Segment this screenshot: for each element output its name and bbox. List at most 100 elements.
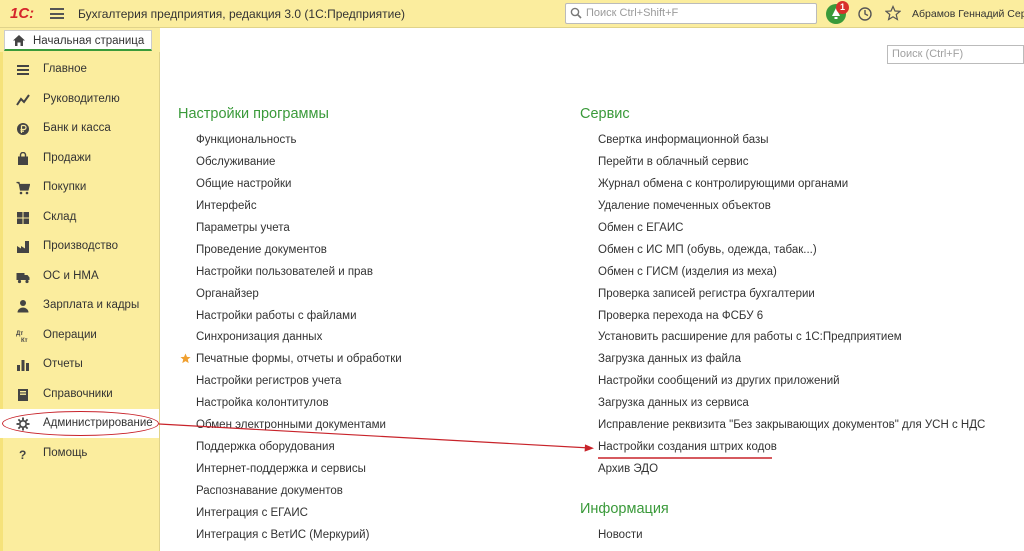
link-item[interactable]: Настройка колонтитулов xyxy=(196,397,329,409)
link-item[interactable]: Удаление помеченных объектов xyxy=(598,200,771,212)
sidebar-item-label: Помощь xyxy=(43,447,88,459)
favorites-star-icon[interactable] xyxy=(885,5,901,21)
menu-icon xyxy=(17,65,29,75)
link-item[interactable]: Интернет-поддержка и сервисы xyxy=(196,463,366,475)
app-title: Бухгалтерия предприятия, редакция 3.0 (1… xyxy=(78,7,406,21)
link-item[interactable]: Проверка перехода на ФСБУ 6 xyxy=(598,310,763,322)
title-bar: 1С: Бухгалтерия предприятия, редакция 3.… xyxy=(0,0,1024,28)
link-item[interactable]: Печатные формы, отчеты и обработки xyxy=(196,353,402,365)
sidebar-item-payroll[interactable]: Зарплата и кадры xyxy=(0,291,159,320)
sidebar-item-label: Отчеты xyxy=(43,358,83,370)
link-item[interactable]: Настройки работы с файлами xyxy=(196,310,357,322)
sidebar-item-production[interactable]: Производство xyxy=(0,232,159,261)
content-search-input[interactable]: Поиск (Ctrl+F) xyxy=(887,45,1024,64)
link-item[interactable]: Интеграция с ЕГАИС xyxy=(196,507,308,519)
link-item[interactable]: Исправление реквизита "Без закрывающих д… xyxy=(598,419,985,431)
debit-credit-icon: ДтКт xyxy=(16,331,28,343)
book-icon xyxy=(18,389,28,401)
link-item[interactable]: Обмен с ИС МП (обувь, одежда, табак...) xyxy=(598,244,817,256)
sidebar-item-label: Зарплата и кадры xyxy=(43,299,140,311)
link-item[interactable]: Распознавание документов xyxy=(196,485,343,497)
person-icon xyxy=(17,300,29,313)
sidebar-item-fixed-assets[interactable]: ОС и НМА xyxy=(0,262,159,291)
sidebar-item-help[interactable]: ? Помощь xyxy=(0,439,159,468)
sidebar-item-warehouse[interactable]: Склад xyxy=(0,203,159,232)
link-item[interactable]: Новости xyxy=(598,529,643,541)
link-item[interactable]: Перейти в облачный сервис xyxy=(598,156,748,168)
sidebar-item-label: Склад xyxy=(43,211,77,223)
annotation-ellipse xyxy=(2,411,159,436)
history-icon[interactable] xyxy=(857,6,873,22)
link-item[interactable]: Архив ЭДО xyxy=(598,463,658,475)
link-item[interactable]: Настройки сообщений из других приложений xyxy=(598,375,840,387)
sidebar-item-label: Справочники xyxy=(43,388,113,400)
svg-text:?: ? xyxy=(19,448,26,461)
link-item[interactable]: Обмен с ЕГАИС xyxy=(598,222,683,234)
sidebar-item-label: Производство xyxy=(43,240,118,252)
app-logo[interactable]: 1С: xyxy=(10,5,34,22)
main-menu-icon[interactable] xyxy=(50,8,64,19)
home-icon xyxy=(13,35,25,46)
link-item[interactable]: Настройки пользователей и прав xyxy=(196,266,373,278)
sidebar-item-label: ОС и НМА xyxy=(43,270,99,282)
sidebar-item-purchases[interactable]: Покупки xyxy=(0,173,159,202)
link-item[interactable]: Интеграция с ВетИС (Меркурий) xyxy=(196,529,369,541)
link-item[interactable]: Функциональность xyxy=(196,134,297,146)
link-item[interactable]: Проведение документов xyxy=(196,244,327,256)
link-item[interactable]: Проверка записей регистра бухгалтерии xyxy=(598,288,815,300)
sidebar-item-manager[interactable]: Руководителю xyxy=(0,85,159,114)
bar-chart-icon xyxy=(17,360,29,371)
sidebar-item-main[interactable]: Главное xyxy=(0,55,159,84)
link-item[interactable]: Обмен электронными документами xyxy=(196,419,386,431)
sidebar-item-bank[interactable]: Банк и касса xyxy=(0,114,159,143)
truck-icon xyxy=(16,273,30,284)
notifications-badge: 1 xyxy=(836,1,849,14)
global-search-placeholder: Поиск Ctrl+Shift+F xyxy=(586,7,679,19)
sidebar-item-directories[interactable]: Справочники xyxy=(0,380,159,409)
link-item[interactable]: Свертка информационной базы xyxy=(598,134,769,146)
warehouse-icon xyxy=(17,212,29,224)
sidebar-item-label: Покупки xyxy=(43,181,87,193)
sidebar-item-sales[interactable]: Продажи xyxy=(0,144,159,173)
help-icon: ? xyxy=(19,448,26,461)
section-title-service: Сервис xyxy=(580,106,630,122)
cart-icon xyxy=(16,181,30,195)
svg-text:Дт: Дт xyxy=(16,331,23,337)
link-item[interactable]: Настройки регистров учета xyxy=(196,375,341,387)
link-item[interactable]: Настройки создания штрих кодов xyxy=(598,441,777,453)
link-item[interactable]: Органайзер xyxy=(196,288,259,300)
chart-line-icon xyxy=(16,94,30,106)
shopping-bag-icon xyxy=(18,152,28,165)
sidebar-item-operations[interactable]: Дт Кт Операции xyxy=(0,321,159,350)
ruble-coin-icon xyxy=(17,123,29,135)
sidebar-item-label: Продажи xyxy=(43,152,92,164)
search-icon xyxy=(570,7,582,19)
sidebar-item-label: Руководителю xyxy=(43,93,120,105)
sidebar-item-label: Операции xyxy=(43,329,97,341)
link-item[interactable]: Параметры учета xyxy=(196,222,290,234)
factory-icon xyxy=(17,241,29,253)
sidebar-item-reports[interactable]: Отчеты xyxy=(0,350,159,379)
tab-home-label: Начальная страница xyxy=(33,35,145,47)
sidebar-item-label: Главное xyxy=(43,63,87,75)
favorite-star-icon[interactable] xyxy=(180,353,191,364)
link-item[interactable]: Установить расширение для работы с 1С:Пр… xyxy=(598,331,902,343)
link-item[interactable]: Общие настройки xyxy=(196,178,291,190)
global-search-input[interactable]: Поиск Ctrl+Shift+F xyxy=(565,3,817,24)
section-title-info: Информация xyxy=(580,501,669,517)
link-item[interactable]: Загрузка данных из сервиса xyxy=(598,397,749,409)
sidebar-item-label: Банк и касса xyxy=(43,122,111,134)
link-item[interactable]: Загрузка данных из файла xyxy=(598,353,741,365)
link-item[interactable]: Обслуживание xyxy=(196,156,275,168)
tab-home[interactable]: Начальная страница xyxy=(4,30,152,51)
content-search-placeholder: Поиск (Ctrl+F) xyxy=(892,48,964,60)
section-title-settings: Настройки программы xyxy=(178,106,329,122)
link-item[interactable]: Поддержка оборудования xyxy=(196,441,335,453)
svg-text:Кт: Кт xyxy=(21,338,28,343)
link-item[interactable]: Интерфейс xyxy=(196,200,257,212)
link-item[interactable]: Обмен с ГИСМ (изделия из меха) xyxy=(598,266,777,278)
link-item[interactable]: Синхронизация данных xyxy=(196,331,322,343)
sidebar: Главное Руководителю Банк и касса Продаж… xyxy=(0,52,160,551)
user-name[interactable]: Абрамов Геннадий Сергеевич xyxy=(912,8,1024,20)
link-item[interactable]: Журнал обмена с контролирующими органами xyxy=(598,178,848,190)
